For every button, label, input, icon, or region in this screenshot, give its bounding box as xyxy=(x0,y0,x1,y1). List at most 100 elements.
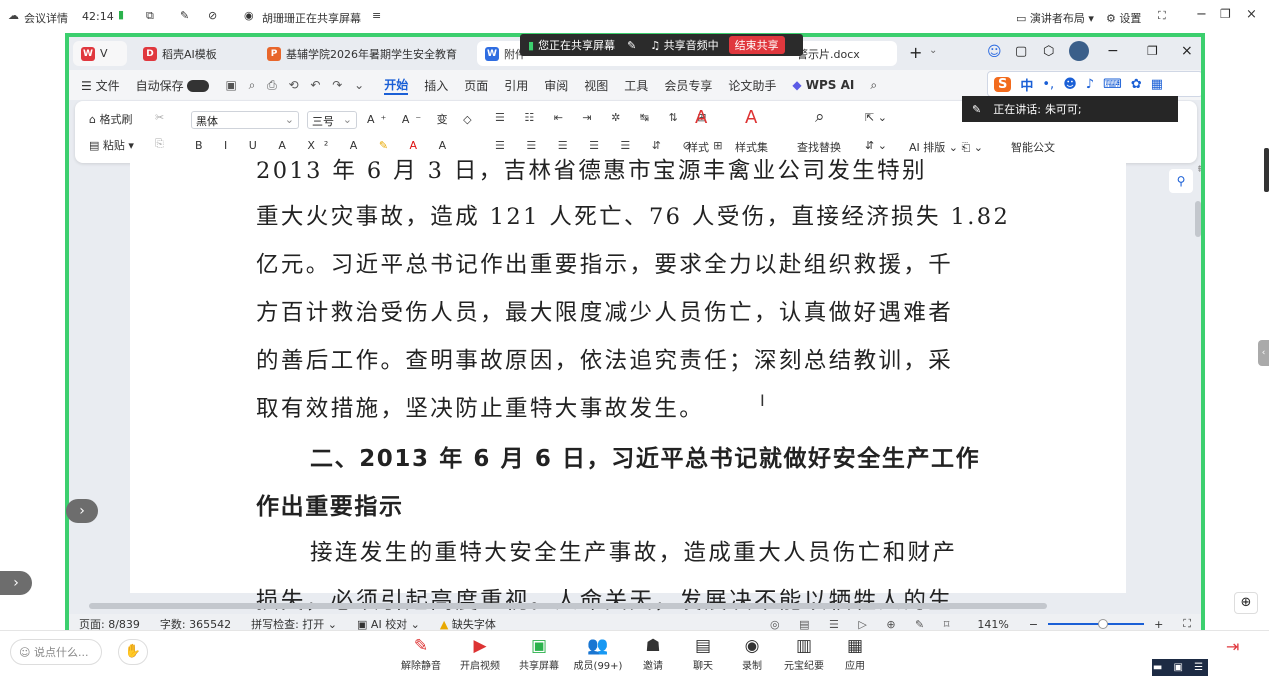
expand-left-button[interactable]: › xyxy=(66,499,98,523)
cut-icon[interactable]: ✂ xyxy=(155,111,164,124)
meeting-details-button[interactable]: 会议详情 xyxy=(24,10,68,26)
style-set-icon[interactable]: A xyxy=(745,107,757,128)
copy-icon[interactable]: ⎘ xyxy=(155,137,164,151)
punctuation-icon[interactable]: •, xyxy=(1042,77,1054,92)
share-mic-icon[interactable]: ✎ xyxy=(627,39,636,52)
ime-mode[interactable]: 中 xyxy=(1020,75,1033,94)
user-avatar[interactable] xyxy=(1069,41,1089,61)
expand-panel-button[interactable]: › xyxy=(0,571,32,595)
leave-meeting-icon[interactable]: ⇥ xyxy=(1226,637,1239,656)
start-video-button[interactable]: ▶ 开启视频 xyxy=(450,635,510,672)
vertical-scrollbar[interactable] xyxy=(1195,201,1201,237)
share-screen-button[interactable]: ▣ 共享屏幕 xyxy=(509,635,569,672)
tab-list-icon[interactable]: ⌄ xyxy=(929,45,937,56)
tab-docer-ai[interactable]: D 稻壳AI模板 xyxy=(135,41,253,66)
tab-label-filename: 警示片.docx xyxy=(797,47,860,61)
mic-off-icon[interactable]: ✎ xyxy=(180,9,189,22)
presenter-layout-button[interactable]: ▭ 演讲者布局 ▾ xyxy=(1016,10,1094,26)
view-mode-icons[interactable]: ◎ ▤ ☰ ▷ ⊕ ✎ ⌑ xyxy=(770,618,957,631)
file-menu[interactable]: ☰ 文件 xyxy=(81,77,120,94)
popout-icon[interactable]: ⧉ xyxy=(146,9,154,23)
wps-close-icon[interactable]: × xyxy=(1181,43,1193,59)
fullscreen-icon[interactable]: ⛶ xyxy=(1158,9,1166,23)
quick-access-icons[interactable]: ▣ ⌕ ⎙ ⟲ ↶ ↷ ⌄ xyxy=(225,78,368,93)
end-share-button[interactable]: 结束共享 xyxy=(728,36,785,54)
zoom-slider-thumb[interactable] xyxy=(1098,619,1109,629)
minimize-icon[interactable]: − xyxy=(1196,7,1207,22)
menu-tab-reference[interactable]: 引用 xyxy=(504,77,528,94)
menu-tab-member[interactable]: 会员专享 xyxy=(664,77,712,94)
cube-icon[interactable]: ⬡ xyxy=(1043,44,1054,59)
shared-screen: WV D 稻壳AI模板 P 基辅学院2026年暑期学生安全教育 W 附件 警示片.do… xyxy=(65,33,1205,630)
zoom-slider[interactable] xyxy=(1048,619,1145,629)
skin-icon[interactable]: ✿ xyxy=(1131,77,1142,92)
zoom-out-icon[interactable]: − xyxy=(1029,618,1038,631)
collapse-right-button[interactable]: ‹ xyxy=(1258,340,1269,366)
format-painter-button[interactable]: ⌂ 格式刷 xyxy=(89,111,132,127)
ai-proofread[interactable]: ▣ AI 校对 ⌄ xyxy=(357,616,420,630)
smile-icon: ☺ xyxy=(19,645,31,659)
close-icon[interactable]: × xyxy=(1246,7,1257,22)
horizontal-scrollbar[interactable] xyxy=(89,603,1047,609)
settings-button[interactable]: ⚙ 设置 xyxy=(1106,10,1141,26)
spell-check[interactable]: 拼写检查: 打开 ⌄ xyxy=(251,616,337,630)
raise-hand-icon[interactable]: ✋ xyxy=(118,639,148,665)
members-label: 成员(99+) xyxy=(573,661,623,672)
emoji-icon[interactable]: ☻ xyxy=(1063,77,1077,92)
restore-icon[interactable]: ❐ xyxy=(1220,7,1231,21)
members-button[interactable]: 👥 成员(99+) xyxy=(568,635,628,672)
right-edge-handle[interactable] xyxy=(1264,148,1269,192)
menu-tab-page[interactable]: 页面 xyxy=(464,77,488,94)
styles-icon[interactable]: A xyxy=(695,107,707,128)
menu-tab-start[interactable]: 开始 xyxy=(384,76,409,95)
zoom-in-icon[interactable]: + xyxy=(1154,618,1163,631)
wps-ai-button[interactable]: ◆ WPS AI xyxy=(792,78,854,92)
font-size-select[interactable]: 三号 ⌄ xyxy=(307,111,357,129)
smart-doc-button[interactable]: 智能公文 xyxy=(1011,139,1055,155)
camera-off-icon[interactable]: ⊘ xyxy=(208,9,217,22)
toolbox-icon[interactable]: ▦ xyxy=(1151,77,1163,92)
taskbar-widget[interactable]: ▬ ▣ ☰ xyxy=(1152,659,1208,676)
window-icon[interactable]: ▢ xyxy=(1015,44,1027,59)
wps-restore-icon[interactable]: ❐ xyxy=(1147,44,1158,58)
keyboard-icon[interactable]: ⌨ xyxy=(1103,77,1122,92)
new-tab-icon[interactable]: + xyxy=(909,43,922,62)
menu-tab-insert[interactable]: 插入 xyxy=(424,77,448,94)
share-audio[interactable]: ♫ 共享音频中 xyxy=(650,37,718,53)
menu-tab-paper[interactable]: 论文助手 xyxy=(728,77,776,94)
meeting-top-bar: ☁ 会议详情 42:14 ▮ ⧉ ✎ ⊘ ◉ 胡珊珊正在共享屏幕 ≡ ▭ 演讲者… xyxy=(0,0,1269,34)
apps-button[interactable]: ▦ 应用 xyxy=(825,635,885,672)
tab-wps-home[interactable]: WV xyxy=(73,41,127,66)
scroll-top-icon[interactable]: ⇞ xyxy=(1196,165,1201,175)
menu-tab-view[interactable]: 视图 xyxy=(584,77,608,94)
insert-shape-icon[interactable]: ⇵ ⌄ xyxy=(865,139,887,152)
zoom-level[interactable]: 141% xyxy=(977,618,1008,631)
document-page[interactable]: 2013 年 6 月 3 日，吉林省德惠市宝源丰禽业公司发生特别 重大火灾事故，… xyxy=(130,158,1126,614)
tab-ppt-file[interactable]: P 基辅学院2026年暑期学生安全教育 xyxy=(259,41,471,66)
font-family-select[interactable]: 黑体 ⌄ xyxy=(191,111,299,129)
missing-font[interactable]: ▲ 缺失字体 xyxy=(440,616,496,630)
font-size-buttons[interactable]: A⁺ A⁻ 变 ◇ xyxy=(367,111,478,127)
search-icon[interactable]: ⌕ xyxy=(870,78,877,93)
fit-icon[interactable]: ⛶ xyxy=(1183,617,1191,630)
find-icon[interactable]: ⌕ xyxy=(815,107,825,127)
menu-tab-tools[interactable]: 工具 xyxy=(624,77,648,94)
assistant-icon[interactable]: ☺ xyxy=(987,44,1002,60)
unmute-button[interactable]: ✎ 解除静音 xyxy=(391,635,451,672)
voice-icon[interactable]: ♪ xyxy=(1086,77,1094,92)
sogou-icon[interactable]: S xyxy=(994,76,1012,92)
text-format-buttons[interactable]: B I U A X² A ✎ A A xyxy=(195,139,455,152)
paragraph-buttons[interactable]: ☰ ☷ ⇤ ⇥ ✲ ↹ ⇅ ⊞ xyxy=(495,111,715,124)
chat-input[interactable]: ☺ 说点什么... xyxy=(10,639,102,665)
zoom-view-icon[interactable]: ⊕ xyxy=(1234,592,1258,614)
location-icon[interactable]: ⚲ xyxy=(1169,169,1193,193)
wps-minimize-icon[interactable]: − xyxy=(1107,43,1119,59)
paste-button[interactable]: ▤ 粘贴 ▾ xyxy=(89,137,134,153)
word-count[interactable]: 字数: 365542 xyxy=(160,616,231,630)
menu-icon[interactable]: ≡ xyxy=(372,9,381,22)
menu-tab-review[interactable]: 审阅 xyxy=(544,77,568,94)
autosave-toggle[interactable]: 自动保存 xyxy=(136,77,210,94)
select-icon[interactable]: ⇱ ⌄ xyxy=(865,111,887,124)
record-button[interactable]: ◉ 录制 xyxy=(722,635,782,672)
page-count[interactable]: 页面: 8/839 xyxy=(79,616,140,630)
